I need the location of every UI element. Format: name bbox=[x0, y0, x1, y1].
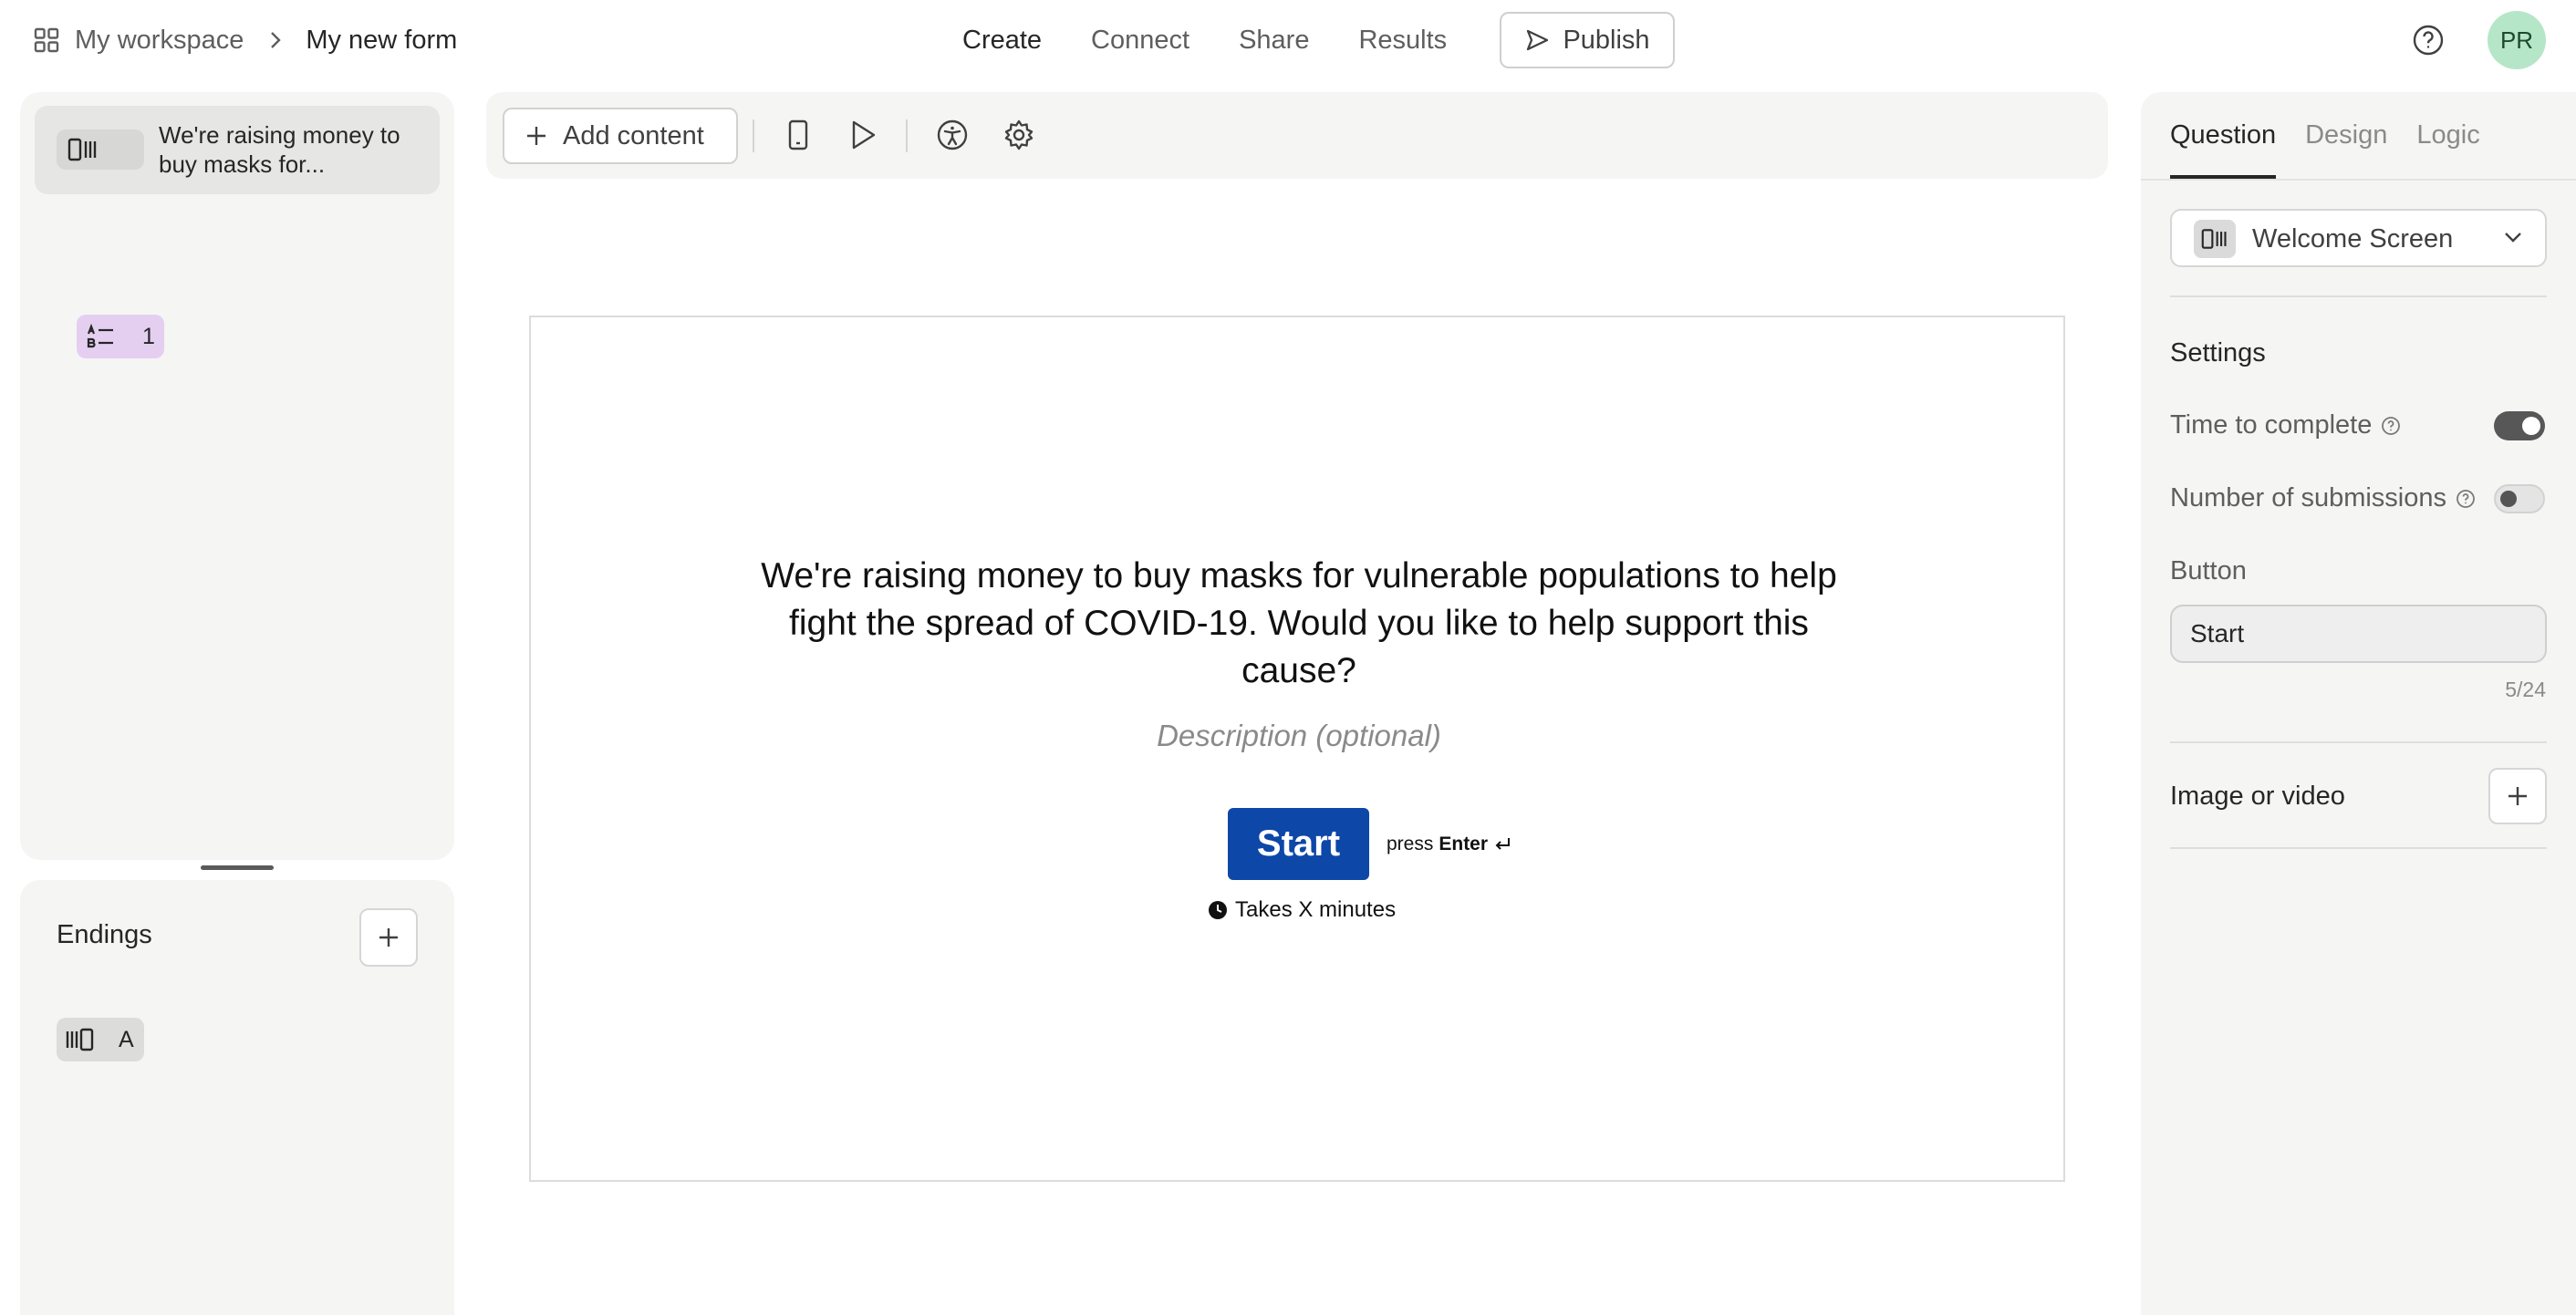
settings-gear-icon[interactable] bbox=[1002, 119, 1035, 151]
toolbar-divider bbox=[753, 119, 754, 152]
question-number: 1 bbox=[142, 324, 155, 349]
play-preview-icon[interactable] bbox=[847, 119, 878, 151]
question-type-value: Welcome Screen bbox=[2252, 224, 2454, 254]
top-bar: My workspace My new form Create Connect … bbox=[0, 0, 2576, 82]
start-button[interactable]: Start bbox=[1228, 808, 1369, 880]
tab-question[interactable]: Question bbox=[2170, 92, 2277, 179]
ending-label: A bbox=[119, 1027, 134, 1052]
time-to-complete-label: Time to complete bbox=[2170, 410, 2373, 440]
workspace-label: My workspace bbox=[75, 25, 244, 55]
add-content-button[interactable]: Add content bbox=[503, 108, 738, 164]
tab-logic[interactable]: Logic bbox=[2416, 92, 2479, 179]
number-of-submissions-label: Number of submissions bbox=[2170, 483, 2446, 513]
tab-results[interactable]: Results bbox=[1358, 26, 1447, 56]
question-label: We're raising money to buy masks for... bbox=[159, 121, 400, 178]
clock-icon bbox=[1208, 900, 1228, 920]
chevron-right-icon bbox=[269, 30, 282, 50]
accessibility-icon[interactable] bbox=[936, 119, 969, 151]
takes-label: Takes X minutes bbox=[1235, 897, 1397, 922]
welcome-screen-icon bbox=[2194, 220, 2236, 258]
tab-design[interactable]: Design bbox=[2305, 92, 2387, 179]
number-of-submissions-toggle[interactable] bbox=[2494, 484, 2545, 513]
number-of-submissions-setting: Number of submissions bbox=[2170, 483, 2476, 513]
settings-heading: Settings bbox=[2170, 338, 2266, 368]
plus-icon bbox=[377, 926, 400, 949]
press-enter-hint: press Enter bbox=[1387, 834, 1511, 855]
mobile-preview-icon[interactable] bbox=[787, 119, 809, 151]
workspace-link[interactable]: My workspace bbox=[33, 26, 244, 56]
breadcrumb: My workspace My new form bbox=[33, 0, 457, 80]
section-divider bbox=[2170, 741, 2547, 743]
section-divider bbox=[2170, 847, 2547, 849]
publish-button[interactable]: Publish bbox=[1500, 12, 1675, 68]
tabs-divider bbox=[2141, 179, 2576, 181]
image-or-video-label: Image or video bbox=[2170, 782, 2345, 811]
editor-toolbar: Add content bbox=[486, 92, 2108, 179]
question-item-welcome[interactable]: We're raising money to buy masks for... bbox=[35, 106, 440, 194]
time-to-complete-setting: Time to complete bbox=[2170, 410, 2401, 440]
send-icon bbox=[1524, 27, 1550, 53]
avatar[interactable]: PR bbox=[2488, 11, 2546, 69]
properties-panel: Question Design Logic Welcome Screen Set… bbox=[2141, 92, 2576, 1315]
add-content-label: Add content bbox=[563, 120, 704, 150]
info-icon[interactable] bbox=[2381, 416, 2401, 436]
add-ending-button[interactable] bbox=[359, 908, 418, 967]
time-to-complete-hint: Takes X minutes bbox=[1208, 897, 1396, 923]
character-counter: 5/24 bbox=[2505, 678, 2546, 701]
form-name[interactable]: My new form bbox=[306, 26, 457, 56]
help-icon[interactable] bbox=[2412, 24, 2445, 57]
endings-title: Endings bbox=[57, 920, 152, 949]
button-text-input[interactable]: Start bbox=[2170, 605, 2547, 663]
panel-resize-handle[interactable] bbox=[201, 865, 274, 870]
tab-connect[interactable]: Connect bbox=[1091, 26, 1189, 56]
form-preview-canvas: We're raising money to buy masks for vul… bbox=[529, 316, 2065, 1182]
tab-share[interactable]: Share bbox=[1239, 26, 1309, 56]
press-prefix: press bbox=[1387, 834, 1434, 854]
publish-label: Publish bbox=[1563, 25, 1650, 55]
chevron-down-icon bbox=[2503, 231, 2523, 243]
section-divider bbox=[2170, 295, 2547, 297]
info-icon[interactable] bbox=[2456, 489, 2476, 509]
questions-panel: We're raising money to buy masks for... … bbox=[20, 92, 454, 860]
plus-icon bbox=[2506, 784, 2529, 808]
question-type-select[interactable]: Welcome Screen bbox=[2170, 209, 2547, 267]
question-item-1[interactable]: 1 bbox=[77, 315, 164, 358]
time-to-complete-toggle[interactable] bbox=[2494, 411, 2545, 440]
welcome-description[interactable]: Description (optional) bbox=[741, 719, 1857, 753]
plus-icon bbox=[525, 124, 548, 148]
multiple-choice-icon bbox=[86, 323, 119, 350]
grid-icon bbox=[33, 26, 60, 54]
press-key: Enter bbox=[1439, 834, 1489, 854]
properties-tabs: Question Design Logic bbox=[2170, 92, 2509, 179]
endings-panel: Endings A bbox=[20, 880, 454, 1315]
button-label: Button bbox=[2170, 556, 2247, 585]
toolbar-divider bbox=[906, 119, 908, 152]
add-media-button[interactable] bbox=[2488, 768, 2547, 824]
tab-create[interactable]: Create bbox=[962, 26, 1042, 56]
enter-key-icon bbox=[1493, 836, 1511, 853]
ending-item-a[interactable]: A bbox=[57, 1018, 144, 1061]
welcome-screen-icon bbox=[57, 129, 144, 170]
main-nav: Create Connect Share Results bbox=[962, 0, 1496, 80]
welcome-title[interactable]: We're raising money to buy masks for vul… bbox=[741, 553, 1857, 695]
ending-screen-icon bbox=[64, 1028, 95, 1051]
